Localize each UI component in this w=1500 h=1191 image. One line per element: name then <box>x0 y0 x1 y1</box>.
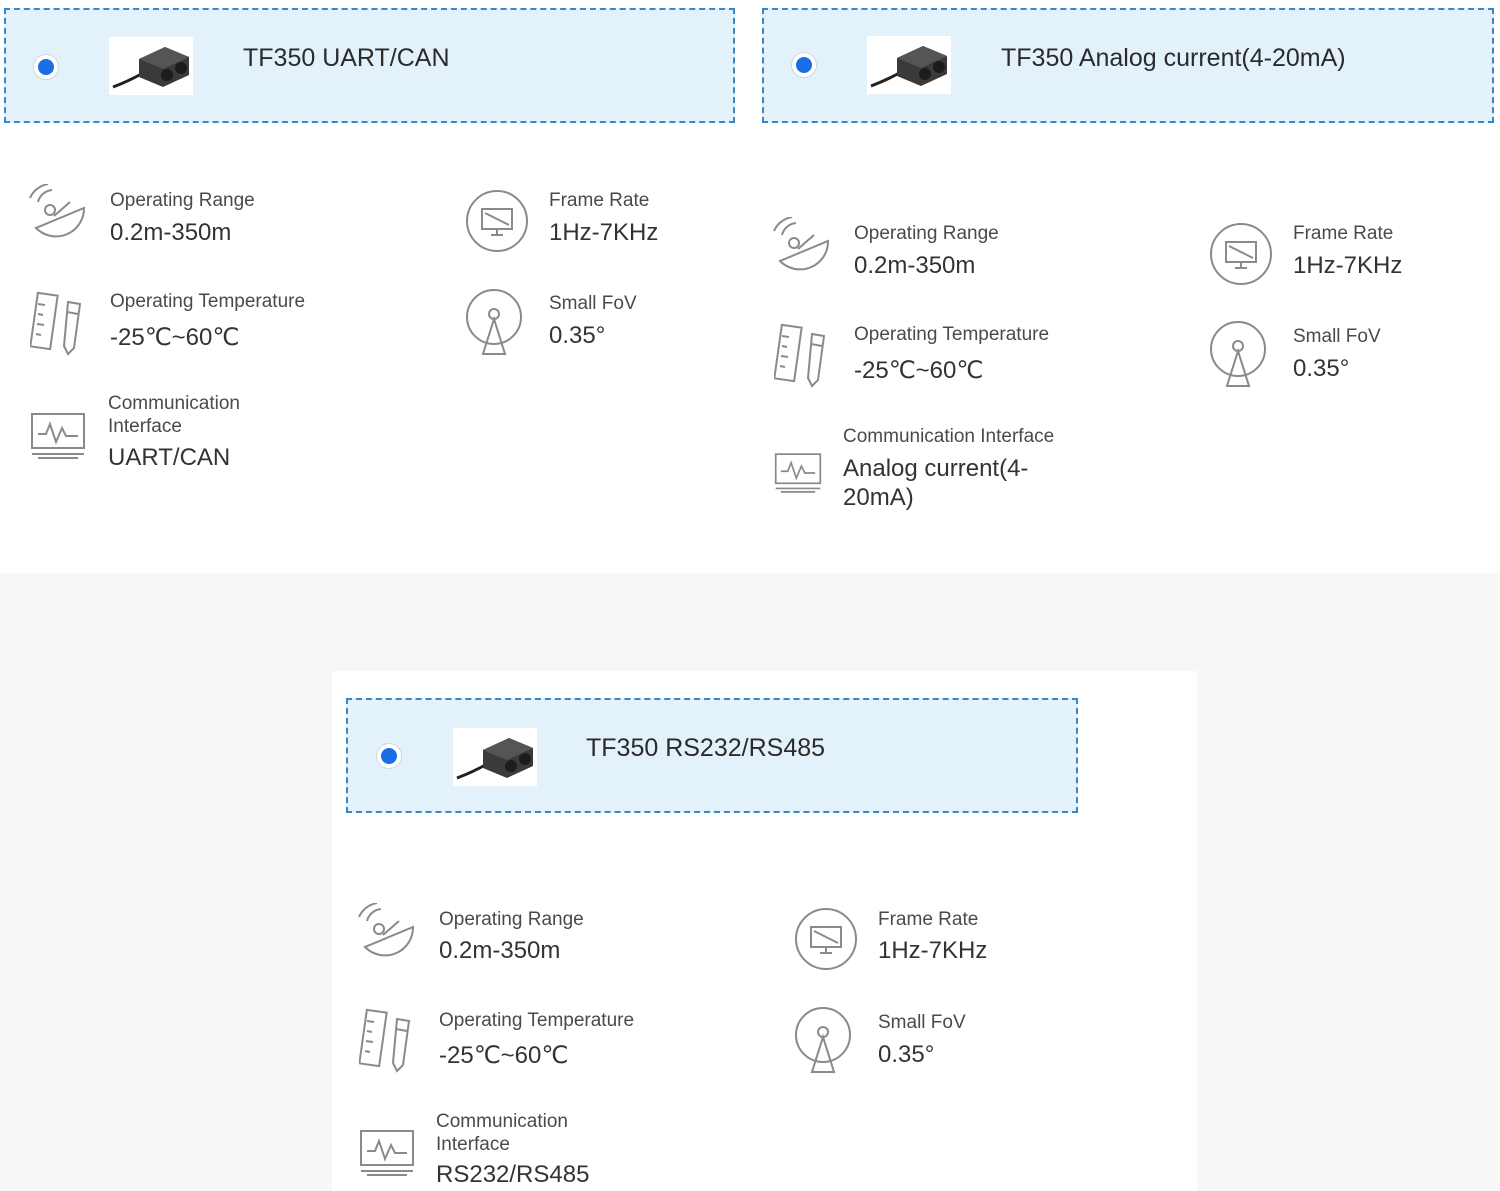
comm-label-line-2: Interface <box>108 416 182 437</box>
option-title: TF350 UART/CAN <box>243 44 450 72</box>
frame-label: Frame Rate <box>549 190 650 211</box>
ruler-pencil-icon <box>30 290 86 356</box>
waveform-monitor-icon <box>359 1129 415 1177</box>
radar-cone-icon <box>794 1006 852 1074</box>
temp-label: Operating Temperature <box>110 291 306 312</box>
temp-value: -25℃~60℃ <box>439 1042 569 1069</box>
waveform-monitor-icon <box>30 412 86 460</box>
radio-selected-icon[interactable] <box>376 743 402 769</box>
fov-label: Small FoV <box>549 293 637 314</box>
option-title: TF350 RS232/RS485 <box>586 734 826 762</box>
radio-selected-icon[interactable] <box>33 54 59 80</box>
temp-value: -25℃~60℃ <box>854 357 984 384</box>
waveform-monitor-icon <box>774 452 822 494</box>
frame-value: 1Hz-7KHz <box>1293 252 1403 279</box>
option-tf350-analog-current[interactable]: TF350 Analog current(4-20mA) <box>762 8 1494 123</box>
range-value: 0.2m-350m <box>110 219 232 246</box>
lidar-sensor-image <box>109 37 193 95</box>
fov-label: Small FoV <box>878 1012 966 1033</box>
range-label: Operating Range <box>110 190 255 211</box>
option-title: TF350 Analog current(4-20mA) <box>1001 44 1346 72</box>
comm-label: Communication <box>108 393 240 414</box>
satellite-dish-icon <box>355 903 419 971</box>
ruler-pencil-icon <box>774 322 830 388</box>
option-tf350-rs232-rs485[interactable]: TF350 RS232/RS485 <box>346 698 1078 813</box>
option-tf350-uart-can[interactable]: TF350 UART/CAN <box>4 8 735 123</box>
fov-value: 0.35° <box>878 1041 935 1068</box>
fov-label: Small FoV <box>1293 326 1381 347</box>
fov-value: 0.35° <box>549 322 606 349</box>
comm-value: RS232/RS485 <box>436 1161 590 1188</box>
comm-label-line-2: Interface <box>436 1134 510 1155</box>
comm-value: UART/CAN <box>108 444 231 471</box>
temp-label: Operating Temperature <box>854 324 1050 345</box>
comm-value-line-2: 20mA) <box>843 484 914 511</box>
range-value: 0.2m-350m <box>854 252 976 279</box>
satellite-dish-icon <box>770 217 834 285</box>
ruler-pencil-icon <box>359 1007 415 1073</box>
monitor-icon <box>794 907 858 971</box>
temp-value: -25℃~60℃ <box>110 324 240 351</box>
satellite-dish-icon <box>26 184 90 252</box>
monitor-icon <box>1209 222 1273 286</box>
lidar-sensor-image <box>867 36 951 94</box>
radar-cone-icon <box>1209 320 1267 388</box>
frame-value: 1Hz-7KHz <box>549 219 659 246</box>
frame-label: Frame Rate <box>1293 223 1394 244</box>
frame-label: Frame Rate <box>878 909 979 930</box>
comm-label: Communication <box>436 1111 568 1132</box>
comm-label: Communication Interface <box>843 426 1055 447</box>
temp-label: Operating Temperature <box>439 1010 635 1031</box>
radar-cone-icon <box>465 288 523 356</box>
lidar-sensor-image <box>453 728 537 786</box>
monitor-icon <box>465 189 529 253</box>
range-value: 0.2m-350m <box>439 937 561 964</box>
range-label: Operating Range <box>854 223 999 244</box>
radio-selected-icon[interactable] <box>791 52 817 78</box>
range-label: Operating Range <box>439 909 584 930</box>
fov-value: 0.35° <box>1293 355 1350 382</box>
frame-value: 1Hz-7KHz <box>878 937 988 964</box>
comm-value: Analog current(4- <box>843 455 1029 482</box>
